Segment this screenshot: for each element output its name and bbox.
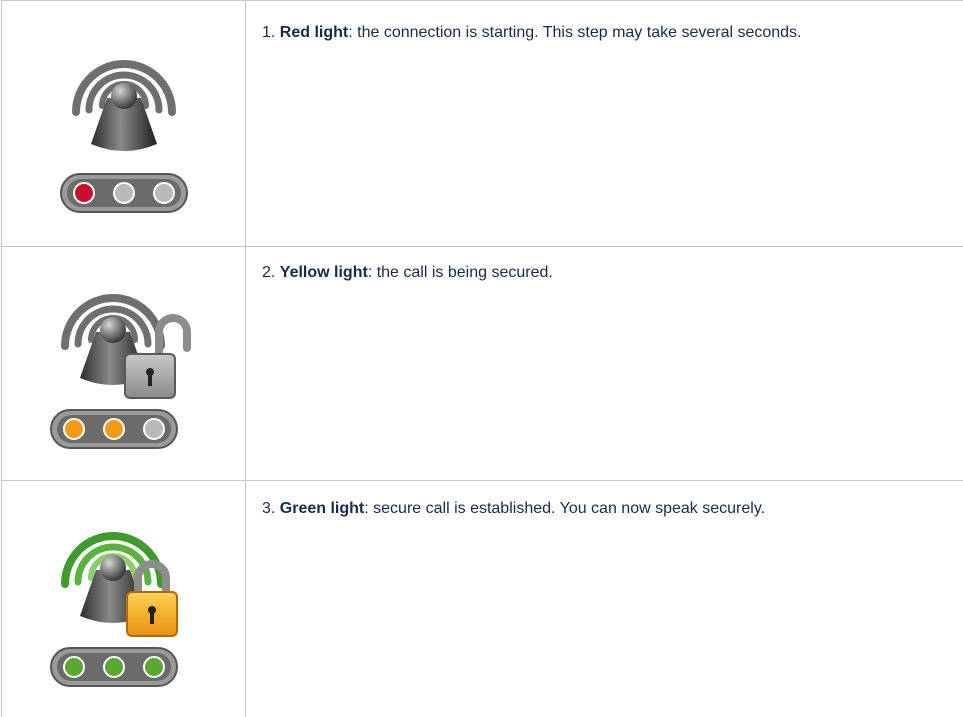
icon-cell xyxy=(1,246,245,480)
step-description: 3. Green light: secure call is establish… xyxy=(262,498,765,520)
step-description: 1. Red light: the connection is starting… xyxy=(262,22,802,44)
icon-cell xyxy=(1,0,245,246)
step-title: Red light xyxy=(279,24,349,41)
step-number: 3. xyxy=(262,500,276,517)
step-title: Yellow light xyxy=(279,264,368,281)
antenna-locked-green-light-icon xyxy=(45,512,195,692)
icon-cell xyxy=(1,480,245,717)
antenna-unlocked-yellow-light-icon xyxy=(45,274,195,454)
table-row: 2. Yellow light: the call is being secur… xyxy=(1,246,963,480)
step-text: : secure call is established. You can no… xyxy=(364,500,766,517)
antenna-red-light-icon xyxy=(49,40,199,220)
description-cell: 1. Red light: the connection is starting… xyxy=(246,0,963,246)
step-text: : the connection is starting. This step … xyxy=(348,24,802,41)
step-description: 2. Yellow light: the call is being secur… xyxy=(262,262,553,284)
description-cell: 2. Yellow light: the call is being secur… xyxy=(246,246,963,480)
step-text: : the call is being secured. xyxy=(367,264,553,281)
table-row: 1. Red light: the connection is starting… xyxy=(1,0,963,246)
step-number: 1. xyxy=(262,24,276,41)
status-lights-table: 1. Red light: the connection is starting… xyxy=(1,0,963,717)
step-title: Green light xyxy=(279,500,365,517)
table-row: 3. Green light: secure call is establish… xyxy=(1,480,963,717)
step-number: 2. xyxy=(262,264,276,281)
description-cell: 3. Green light: secure call is establish… xyxy=(246,480,963,717)
